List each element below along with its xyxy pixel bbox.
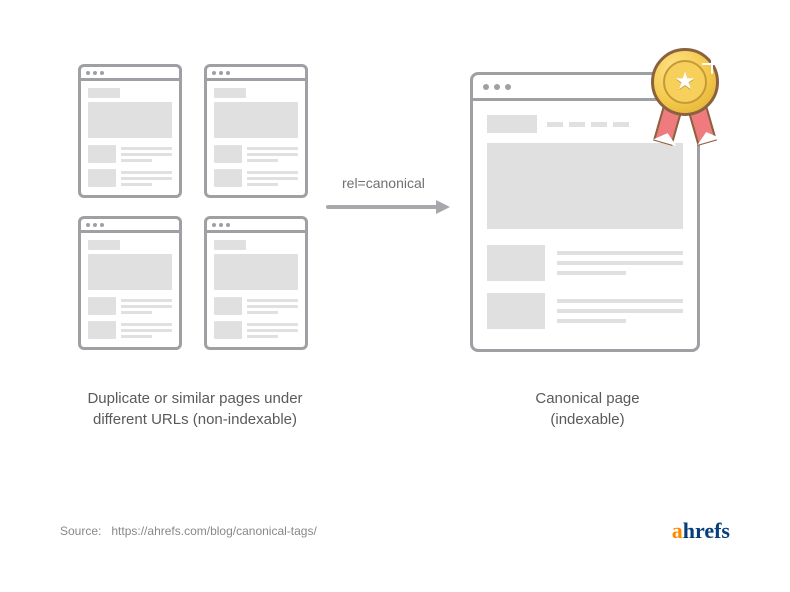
source-citation: Source: https://ahrefs.com/blog/canonica… (60, 524, 317, 538)
arrow-label: rel=canonical (342, 175, 425, 191)
duplicate-page-4 (204, 216, 308, 350)
window-dots-icon (207, 219, 305, 233)
medal-badge-icon: ★ (645, 48, 725, 158)
window-dots-icon (207, 67, 305, 81)
duplicate-page-1 (78, 64, 182, 198)
source-label: Source: (60, 524, 101, 538)
duplicate-caption: Duplicate or similar pages under differe… (60, 388, 330, 430)
star-icon: ★ (674, 70, 696, 94)
source-url: https://ahrefs.com/blog/canonical-tags/ (111, 524, 316, 538)
arrow-icon (326, 200, 450, 214)
window-dots-icon (81, 67, 179, 81)
duplicate-page-2 (204, 64, 308, 198)
ahrefs-logo: ahrefs (672, 518, 730, 544)
canonical-caption: Canonical page (indexable) (500, 388, 675, 430)
duplicate-page-3 (78, 216, 182, 350)
window-dots-icon (81, 219, 179, 233)
